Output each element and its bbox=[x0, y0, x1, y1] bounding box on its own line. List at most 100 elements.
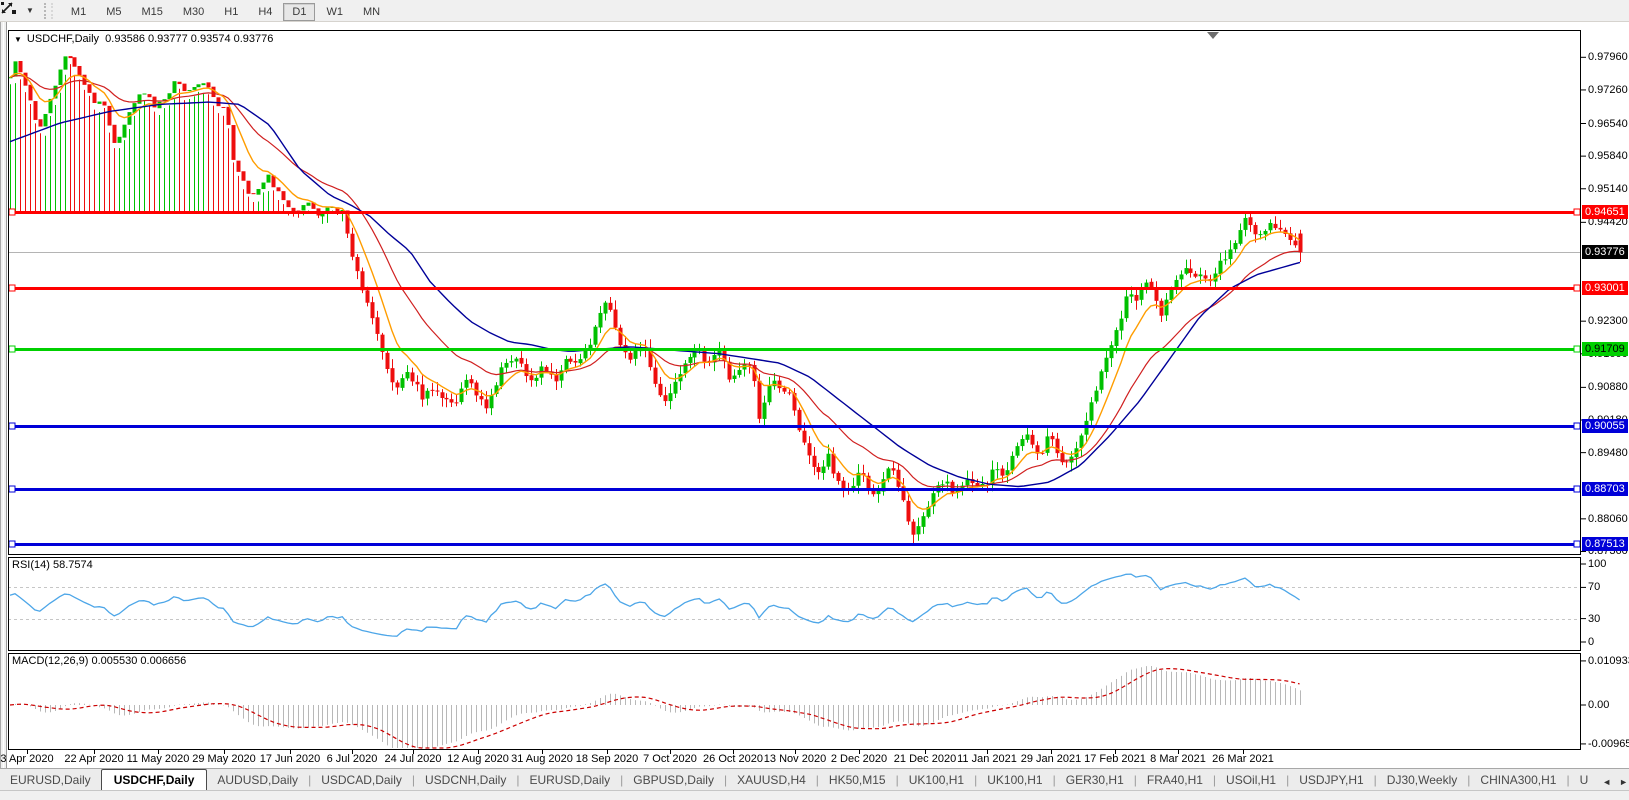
line-handle[interactable] bbox=[1574, 486, 1580, 492]
horizontal-line-0.88703[interactable] bbox=[8, 488, 1581, 491]
chart-tab-usoil-h1[interactable]: USOil,H1 bbox=[1216, 770, 1286, 790]
horizontal-line-0.87513[interactable] bbox=[8, 543, 1581, 546]
candle-body bbox=[1031, 435, 1035, 445]
chart-tab-usdcnh-daily[interactable]: USDCNH,Daily bbox=[415, 770, 516, 790]
line-handle[interactable] bbox=[9, 209, 15, 215]
date-axis-label: 11 Jan 2021 bbox=[957, 753, 1017, 765]
candle-body bbox=[654, 368, 658, 384]
horizontal-line-0.90055[interactable] bbox=[8, 425, 1581, 428]
chart-tab-fra40-h1[interactable]: FRA40,H1 bbox=[1137, 770, 1213, 790]
tab-scroll-left-icon[interactable]: ◄ bbox=[1598, 777, 1615, 787]
candle-body bbox=[1115, 330, 1119, 346]
date-axis-label: 12 Aug 2020 bbox=[447, 753, 509, 765]
rsi-indicator-label: RSI(14) 58.7574 bbox=[12, 559, 93, 571]
candle-body bbox=[783, 388, 787, 392]
candle-body bbox=[515, 359, 519, 362]
chart-tab-hk50-m15[interactable]: HK50,M15 bbox=[819, 770, 896, 790]
chart-tab-uk100-h1[interactable]: UK100,H1 bbox=[899, 770, 974, 790]
line-handle[interactable] bbox=[1574, 346, 1580, 352]
chart-tab-ger30-h1[interactable]: GER30,H1 bbox=[1056, 770, 1134, 790]
candle-body bbox=[1056, 439, 1060, 453]
macd-signal-line[interactable] bbox=[10, 669, 1300, 748]
macd-axis-label: 0.010933 bbox=[1588, 655, 1629, 667]
candle-body bbox=[257, 189, 261, 195]
chart-tab-uk100-h1[interactable]: UK100,H1 bbox=[977, 770, 1052, 790]
chart-tab-eurusd-daily[interactable]: EURUSD,Daily bbox=[0, 770, 101, 790]
chart-shift-marker-icon[interactable] bbox=[1207, 32, 1219, 39]
line-handle[interactable] bbox=[1574, 541, 1580, 547]
candle-body bbox=[1135, 295, 1139, 301]
candle-body bbox=[143, 94, 147, 95]
candle-body bbox=[689, 357, 693, 363]
candle-body bbox=[386, 353, 390, 369]
chart-tab-audusd-daily[interactable]: AUDUSD,Daily bbox=[207, 770, 308, 790]
candle-body bbox=[832, 454, 836, 474]
candle-body bbox=[703, 349, 707, 361]
chart-tab-china300-h1[interactable]: CHINA300,H1 bbox=[1470, 770, 1566, 790]
candle-body bbox=[302, 205, 306, 210]
line-handle[interactable] bbox=[9, 486, 15, 492]
candle-body bbox=[307, 203, 311, 206]
price-axis-label: 0.97260 bbox=[1588, 84, 1628, 96]
line-handle[interactable] bbox=[1574, 423, 1580, 429]
chart-canvas[interactable] bbox=[0, 0, 1629, 800]
candle-body bbox=[351, 234, 355, 257]
chart-tab-bar: EURUSD,DailyUSDCHF,DailyAUDUSD,Daily|USD… bbox=[0, 768, 1629, 790]
candle-body bbox=[674, 382, 678, 394]
tab-scroll-right-icon[interactable]: ► bbox=[1615, 777, 1629, 787]
horizontal-line-0.91709[interactable] bbox=[8, 348, 1581, 351]
candle-body bbox=[922, 516, 926, 527]
macd-axis-label: -0.009653 bbox=[1588, 738, 1629, 750]
candle-body bbox=[1110, 345, 1114, 358]
chart-tab-u[interactable]: U bbox=[1570, 770, 1599, 790]
horizontal-line-0.93001[interactable] bbox=[8, 287, 1581, 290]
price-line-badge: 0.90055 bbox=[1582, 419, 1628, 433]
price-axis-label: 0.96540 bbox=[1588, 118, 1628, 130]
chart-tab-usdcad-daily[interactable]: USDCAD,Daily bbox=[311, 770, 412, 790]
candle-body bbox=[966, 480, 970, 486]
candle-body bbox=[659, 384, 663, 395]
macd-panel-border bbox=[9, 654, 1581, 750]
candle-body bbox=[1026, 434, 1030, 439]
chart-menu-icon[interactable]: ▼ bbox=[14, 35, 22, 44]
candle-body bbox=[1279, 228, 1283, 230]
candle-body bbox=[1294, 241, 1298, 246]
candle-body bbox=[445, 398, 449, 399]
chart-tab-xauusd-h4[interactable]: XAUUSD,H4 bbox=[727, 770, 816, 790]
rsi-line[interactable] bbox=[10, 574, 1300, 636]
rsi-axis-label: 70 bbox=[1588, 581, 1600, 593]
line-handle[interactable] bbox=[9, 541, 15, 547]
chart-tab-usdchf-daily[interactable]: USDCHF,Daily bbox=[101, 769, 208, 790]
chart-tab-gbpusd-daily[interactable]: GBPUSD,Daily bbox=[623, 770, 724, 790]
candle-body bbox=[485, 399, 489, 408]
horizontal-line-0.94651[interactable] bbox=[8, 211, 1581, 214]
line-handle[interactable] bbox=[1574, 209, 1580, 215]
candle-body bbox=[664, 395, 668, 401]
candle-body bbox=[1264, 231, 1268, 234]
candle-body bbox=[376, 317, 380, 334]
candle-body bbox=[44, 114, 48, 126]
candle-body bbox=[475, 383, 479, 396]
line-handle[interactable] bbox=[9, 346, 15, 352]
candle-body bbox=[1239, 230, 1243, 244]
line-handle[interactable] bbox=[9, 423, 15, 429]
date-axis-label: 11 May 2020 bbox=[127, 753, 190, 765]
price-axis-label: 0.89480 bbox=[1588, 447, 1628, 459]
candle-body bbox=[128, 112, 132, 125]
candle-body bbox=[1150, 282, 1154, 287]
candle-body bbox=[1105, 358, 1109, 372]
price-axis-label: 0.95840 bbox=[1588, 150, 1628, 162]
candle-body bbox=[267, 175, 271, 183]
status-bar bbox=[0, 790, 1629, 800]
rsi-axis-label: 0 bbox=[1588, 636, 1594, 648]
candle-body bbox=[1065, 461, 1069, 462]
chart-tab-usdjpy-h1[interactable]: USDJPY,H1 bbox=[1289, 770, 1373, 790]
line-handle[interactable] bbox=[9, 285, 15, 291]
chart-tab-eurusd-daily[interactable]: EURUSD,Daily bbox=[519, 770, 620, 790]
candle-body bbox=[78, 66, 82, 75]
chart-tab-dj30-weekly[interactable]: DJ30,Weekly bbox=[1377, 770, 1467, 790]
candle-body bbox=[470, 379, 474, 383]
line-handle[interactable] bbox=[1574, 285, 1580, 291]
date-axis-label: 13 Nov 2020 bbox=[764, 753, 826, 765]
candle-body bbox=[222, 107, 226, 108]
